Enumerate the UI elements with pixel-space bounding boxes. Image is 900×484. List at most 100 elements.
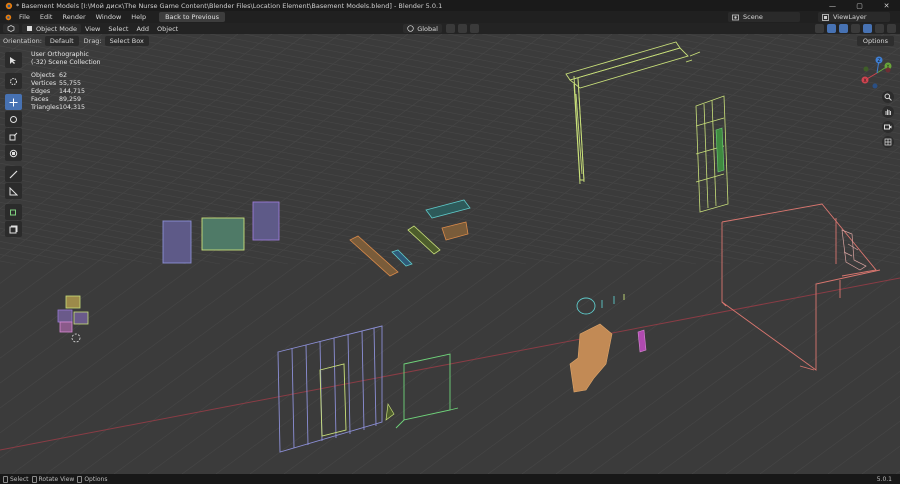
stat-value: 144,715 — [59, 88, 86, 95]
cursor-icon[interactable] — [5, 73, 22, 89]
menu-render[interactable]: Render — [57, 13, 90, 21]
rendered-shading-icon[interactable] — [887, 24, 896, 33]
gizmo-x-label: X — [863, 78, 866, 84]
editor-type-button[interactable] — [3, 24, 19, 33]
back-to-previous-button[interactable]: Back to Previous — [159, 12, 226, 22]
orientation-dropdown[interactable]: Default — [44, 35, 79, 46]
top-menubar: File Edit Render Window Help Back to Pre… — [0, 11, 900, 23]
visibility-icon[interactable] — [815, 24, 824, 33]
status-options-label: Options — [84, 475, 108, 483]
view-name: User Orthographic — [31, 51, 89, 58]
stat-label: Edges — [31, 88, 51, 95]
scene-name: Scene — [743, 13, 763, 21]
mouse-left-icon — [3, 475, 8, 483]
material-shading-icon[interactable] — [875, 24, 884, 33]
pivot-point-icon[interactable] — [445, 24, 455, 33]
window-controls: — ▢ ✕ — [819, 0, 900, 11]
menu-edit[interactable]: Edit — [35, 13, 58, 21]
menu-file[interactable]: File — [14, 13, 35, 21]
maximize-button[interactable]: ▢ — [846, 0, 873, 11]
mouse-right-icon — [77, 475, 83, 483]
mode-selector[interactable]: Object Mode — [22, 24, 81, 33]
drag-dropdown[interactable]: Select Box — [104, 35, 149, 46]
camera-view-icon[interactable] — [882, 121, 894, 133]
cabinet-green-strip — [715, 127, 725, 173]
mode-label: Object Mode — [36, 24, 77, 33]
small-sign — [385, 402, 395, 421]
menu-object[interactable]: Object — [153, 25, 182, 33]
add-object-icon[interactable] — [5, 221, 22, 237]
status-select: Select — [0, 475, 29, 483]
stat-label: Triangles — [31, 104, 60, 111]
measure-icon[interactable] — [5, 183, 22, 199]
rotate-icon[interactable] — [5, 111, 22, 127]
status-rotate: Rotate View — [29, 475, 75, 483]
scale-icon[interactable] — [5, 128, 22, 144]
editor-type-icon — [7, 25, 15, 32]
gizmo-y-label: Y — [886, 64, 890, 70]
view-navigation-buttons — [882, 91, 894, 148]
pictures-left — [162, 201, 280, 264]
snap-icon[interactable] — [457, 24, 467, 33]
annotate-icon[interactable] — [5, 166, 22, 182]
purple-panel — [637, 329, 647, 353]
transform-orientation-selector[interactable]: Global — [403, 24, 442, 33]
view-layer-selector[interactable]: ViewLayer — [818, 12, 890, 22]
gizmo-neg-y — [863, 66, 869, 72]
status-rotate-label: Rotate View — [38, 475, 75, 483]
header-right-controls — [815, 24, 896, 33]
menu-help[interactable]: Help — [126, 13, 151, 21]
viewport-stats-overlay: User Orthographic (-32) Scene Collection… — [31, 51, 101, 112]
tool-settings-bar: Orientation: Default Drag: Select Box — [0, 34, 900, 47]
view-layer-icon — [822, 13, 829, 21]
window-title: * Basement Models [I:\Мой диск\The Nurse… — [16, 1, 443, 10]
solid-shading-icon[interactable] — [863, 24, 872, 33]
proportional-edit-icon[interactable] — [469, 24, 479, 33]
move-icon[interactable] — [5, 94, 22, 110]
menu-add[interactable]: Add — [132, 25, 153, 33]
stat-value: 89,259 — [59, 96, 82, 103]
version-label: 5.0.1 — [876, 475, 892, 483]
stat-value: 62 — [59, 72, 68, 79]
menu-select[interactable]: Select — [104, 25, 132, 33]
frame-green-model — [395, 353, 459, 429]
global-icon — [407, 25, 414, 32]
3d-viewport[interactable]: User Orthographic (-32) Scene Collection… — [0, 34, 900, 474]
pan-hand-icon[interactable] — [882, 106, 894, 118]
select-box-icon[interactable] — [5, 52, 22, 68]
tool-shelf — [5, 52, 22, 237]
transform-icon[interactable] — [5, 145, 22, 161]
ortho-grid-icon[interactable] — [882, 136, 894, 148]
navigation-gizmo[interactable]: X Y Z — [860, 56, 894, 90]
status-options: Options — [74, 475, 108, 483]
menu-view[interactable]: View — [81, 25, 104, 33]
gizmo-neg-z — [872, 83, 878, 89]
menu-window[interactable]: Window — [91, 13, 127, 21]
collection-name: (-32) Scene Collection — [31, 59, 101, 66]
view-layer-name: ViewLayer — [833, 13, 867, 21]
cage-inner-door — [319, 363, 347, 437]
gizmo-z-label: Z — [877, 58, 880, 64]
scene-selector[interactable]: Scene — [728, 12, 800, 22]
options-button[interactable]: Options — [856, 36, 894, 46]
status-select-label: Select — [10, 475, 29, 483]
pipe-yellow-model — [565, 41, 701, 185]
stat-label: Faces — [31, 96, 49, 103]
xray-icon[interactable] — [851, 24, 860, 33]
add-cube-icon[interactable] — [5, 204, 22, 220]
toy-cubes — [57, 295, 89, 333]
scene-icon — [732, 14, 739, 20]
minimize-button[interactable]: — — [819, 0, 846, 11]
overlay-toggle-icon[interactable] — [839, 24, 848, 33]
viewport-header: Object Mode View Select Add Object Globa… — [0, 23, 900, 34]
zoom-icon[interactable] — [882, 91, 894, 103]
drag-field-label: Drag: — [83, 36, 102, 45]
blender-menu-icon[interactable] — [2, 12, 14, 22]
blender-logo-icon — [3, 1, 13, 11]
close-button[interactable]: ✕ — [873, 0, 900, 11]
object-mode-icon — [27, 26, 32, 31]
gizmo-toggle-icon[interactable] — [827, 24, 836, 33]
back-to-previous-label: Back to Previous — [165, 13, 220, 21]
status-bar: Select Rotate View Options 5.0.1 — [0, 474, 900, 484]
viewport-scene — [0, 34, 900, 474]
